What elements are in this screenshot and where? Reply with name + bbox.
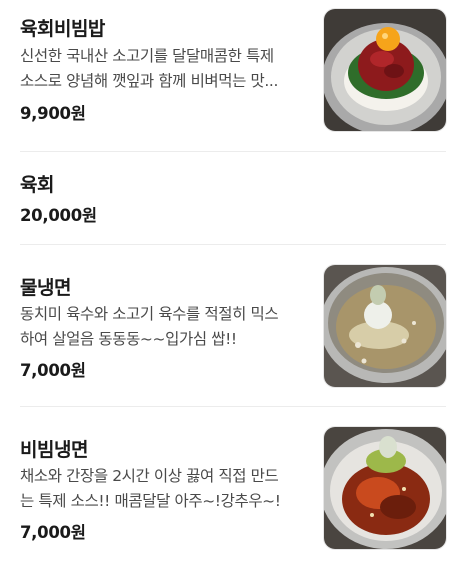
- menu-item-bibim-naengmyeon[interactable]: 비빔냉면 채소와 간장을 2시간 이상 끓여 직접 만드 는 특제 소스!! 매…: [0, 407, 466, 563]
- menu-item-price: 9,900원: [20, 104, 86, 123]
- menu-item-price: 7,000원: [20, 361, 86, 380]
- description-line: 동치미 육수와 소고기 육수를 적절히 믹스: [20, 305, 279, 323]
- menu-item-description: 채소와 간장을 2시간 이상 끓여 직접 만드 는 특제 소스!! 매콤달달 아…: [20, 464, 310, 514]
- menu-item-yukhoe[interactable]: 육회 20,000원: [0, 152, 466, 244]
- menu-item-price: 20,000원: [20, 206, 97, 225]
- menu-item-name: 물냉면: [20, 277, 71, 299]
- menu-item-name: 육회: [20, 174, 54, 196]
- description-line: 채소와 간장을 2시간 이상 끓여 직접 만드: [20, 467, 279, 485]
- description-line: 하여 살얼음 동동동~~입가심 쌉!!: [20, 330, 237, 348]
- menu-item-yukhoe-bibimbap[interactable]: 육회비빔밥 신선한 국내산 소고기를 달달매콤한 특제 소스로 양념해 깻잎과 …: [0, 0, 466, 150]
- menu-item-photo[interactable]: [323, 8, 447, 132]
- menu-item-price: 7,000원: [20, 523, 86, 542]
- menu-list: 육회비빔밥 신선한 국내산 소고기를 달달매콤한 특제 소스로 양념해 깻잎과 …: [0, 0, 466, 563]
- menu-item-description: 신선한 국내산 소고기를 달달매콤한 특제 소스로 양념해 깻잎과 함께 비벼먹…: [20, 44, 310, 94]
- description-line: 는 특제 소스!! 매콤달달 아주~!강추우~!: [20, 492, 281, 510]
- menu-item-name: 육회비빔밥: [20, 18, 105, 40]
- description-line: 신선한 국내산 소고기를 달달매콤한 특제: [20, 47, 274, 65]
- menu-item-photo[interactable]: [323, 264, 447, 388]
- menu-item-name: 비빔냉면: [20, 439, 88, 461]
- description-line: 소스로 양념해 깻잎과 함께 비벼먹는 맛...: [20, 72, 278, 90]
- menu-item-photo[interactable]: [323, 426, 447, 550]
- menu-item-mul-naengmyeon[interactable]: 물냉면 동치미 육수와 소고기 육수를 적절히 믹스 하여 살얼음 동동동~~입…: [0, 245, 466, 405]
- menu-item-description: 동치미 육수와 소고기 육수를 적절히 믹스 하여 살얼음 동동동~~입가심 쌉…: [20, 302, 310, 352]
